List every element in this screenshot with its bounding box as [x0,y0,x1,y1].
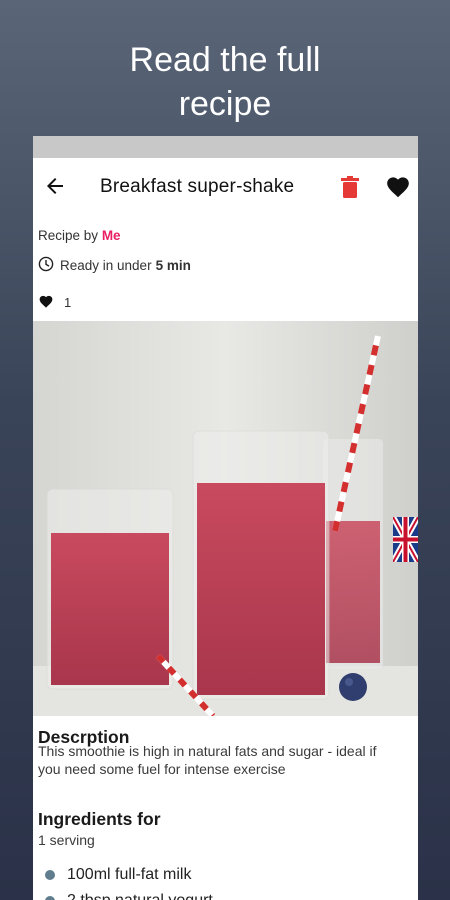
ingredient-text: 2 tbsp natural yogurt [67,892,213,900]
back-arrow-icon[interactable] [43,174,67,198]
ready-time-line: Ready in under 5 min [38,256,191,275]
ready-prefix: Ready in under [60,258,152,273]
phone-screen: Breakfast super-shake Recipe by Me Ready… [33,136,418,900]
ingredient-item: 100ml full-fat milk [45,866,191,884]
likes-count: 1 [64,295,72,310]
ingredient-item: 2 tbsp natural yogurt [45,892,213,900]
promo-title: Read the full recipe [129,41,321,123]
ready-time: 5 min [155,258,191,273]
uk-flag-icon [390,515,418,567]
servings-count: 1 serving [38,832,95,848]
ingredients-heading: Ingredients for [38,809,161,829]
clock-icon [38,256,60,275]
recipe-title: Breakfast super-shake [100,176,295,197]
likes-line: 1 [38,294,71,311]
ingredient-text: 100ml full-fat milk [67,866,192,883]
status-bar [33,136,418,158]
author-name[interactable]: Me [102,228,121,243]
bullet-icon [45,896,55,900]
recipe-photo [33,321,418,716]
app-bar: Breakfast super-shake [33,158,418,214]
bullet-icon [45,870,55,880]
heart-icon[interactable] [385,174,411,198]
recipe-by-label: Recipe by [38,228,99,243]
heart-small-icon [38,294,64,311]
trash-icon[interactable] [339,175,361,199]
description-text: This smoothie is high in natural fats an… [38,743,377,777]
author-line: Recipe by Me [38,228,121,243]
